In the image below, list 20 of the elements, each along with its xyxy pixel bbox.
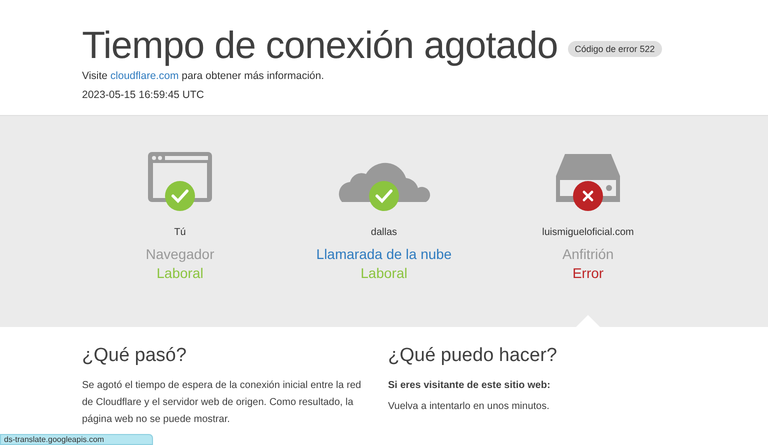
page-title: Tiempo de conexión agotado xyxy=(82,26,558,66)
section-heading: ¿Qué pasó? xyxy=(82,345,188,367)
location-label: luismigueloficial.com xyxy=(542,227,634,238)
error-code-badge: Código de error 522 xyxy=(568,41,662,57)
timestamp: 2023-05-15 16:59:45 UTC xyxy=(82,89,205,101)
location-label: dallas xyxy=(370,227,398,238)
section-heading: ¿Qué puedo hacer? xyxy=(388,345,558,367)
node-name: Navegador xyxy=(146,246,214,262)
node-status: Error xyxy=(572,265,604,281)
section-text: Se agotó el tiempo de espera de la conexión inicial entre la red de Cloudflare y el servidor web de origen. Como resultado, la página web no se puede mostrar. xyxy=(82,379,362,427)
section-text: Si eres visitante de este sitio web: xyxy=(388,379,552,393)
node-name: Anfitrión xyxy=(562,246,614,262)
status-bar: ds-translate.googleapis.com xyxy=(0,434,154,445)
cloudflare-link[interactable]: cloudflare.com xyxy=(110,70,179,82)
location-label: Tú xyxy=(174,227,186,238)
node-link[interactable]: Llamarada de la nube xyxy=(316,246,452,262)
info-text: Visite cloudflare.com para obtener más información. xyxy=(82,70,326,82)
node-status: Laboral xyxy=(156,265,204,281)
section-text: Vuelva a intentarlo en unos minutos. xyxy=(388,400,550,414)
node-status: Laboral xyxy=(360,265,408,281)
